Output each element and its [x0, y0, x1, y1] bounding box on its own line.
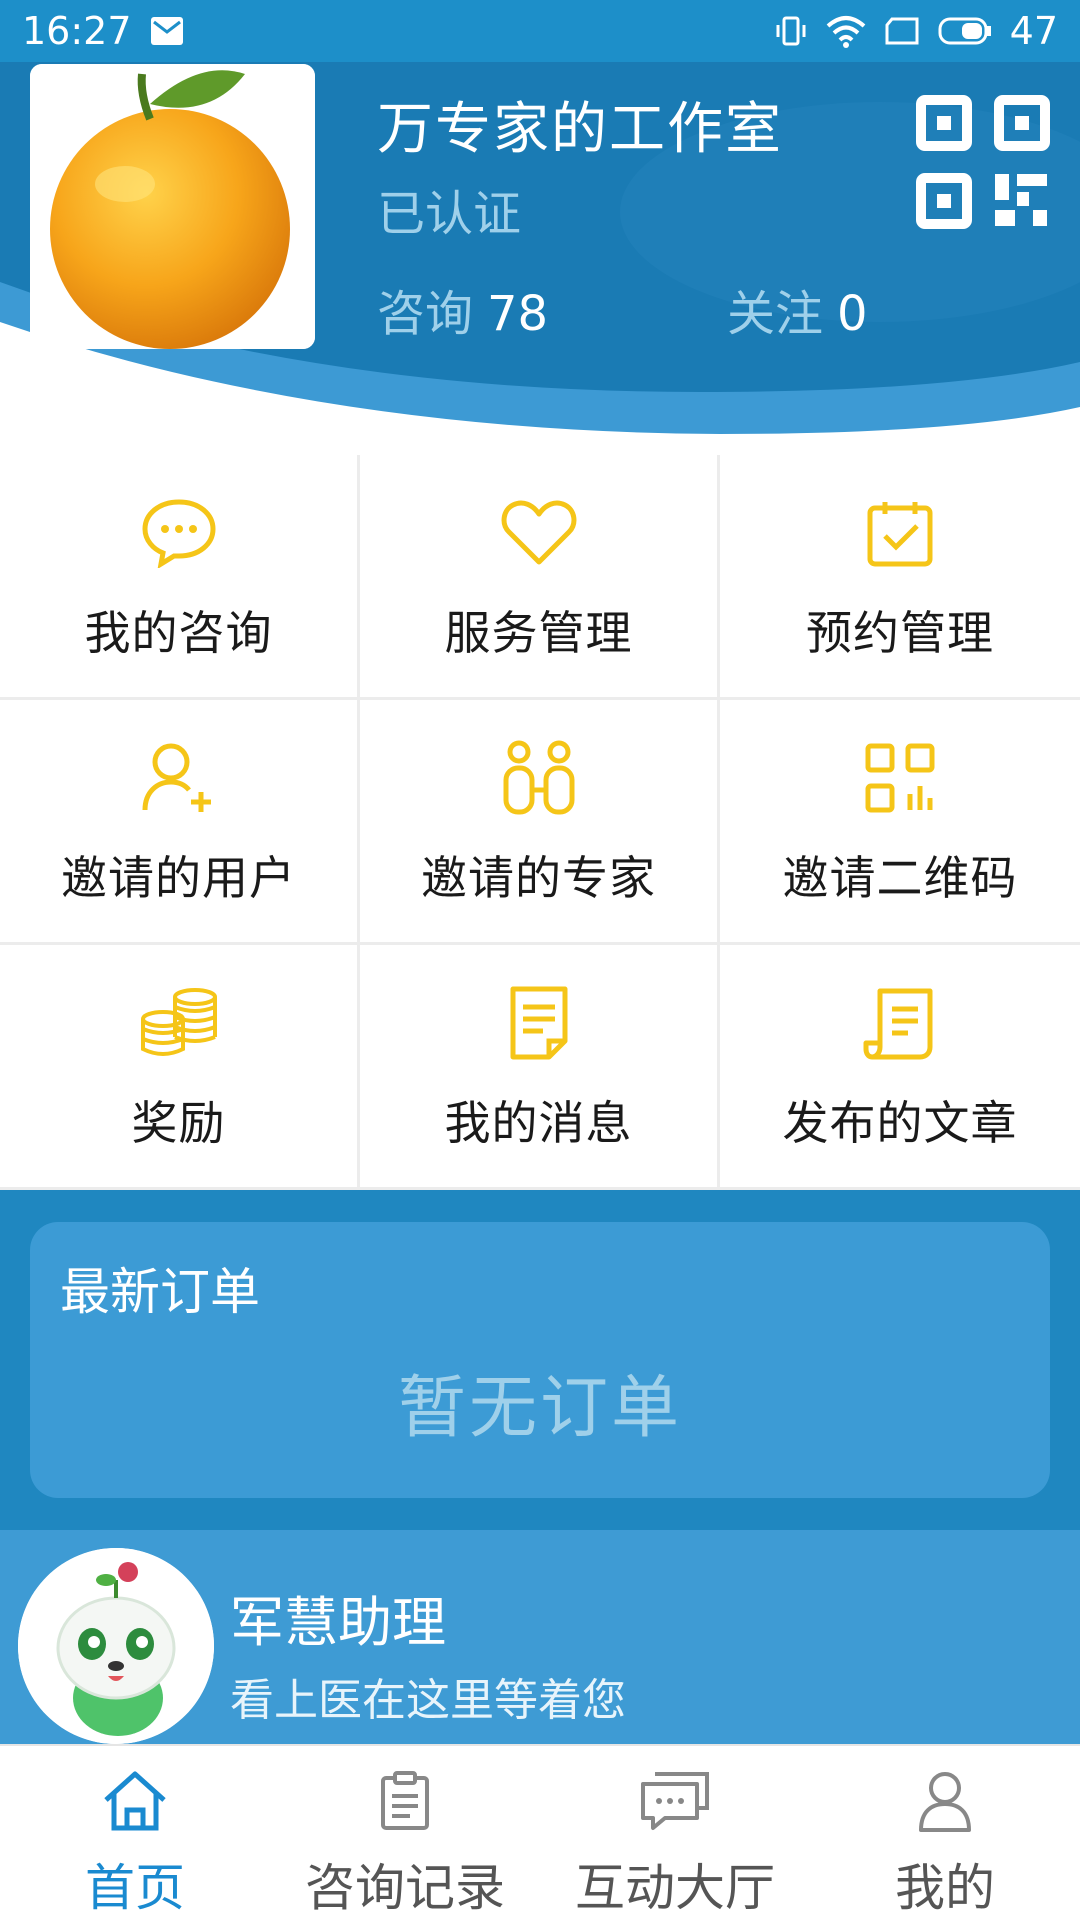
- clipboard-icon: [369, 1766, 441, 1836]
- grid-item-label: 预约管理: [806, 606, 994, 660]
- grid-item-my-consult[interactable]: 我的咨询: [0, 455, 360, 700]
- sim-icon: [884, 16, 920, 46]
- home-icon: [99, 1766, 171, 1836]
- assistant-avatar: [18, 1548, 214, 1744]
- avatar[interactable]: [30, 64, 315, 349]
- assistant-banner[interactable]: 军慧助理 看上医在这里等着您: [0, 1530, 1080, 1744]
- latest-orders-card[interactable]: 最新订单 暂无订单: [30, 1222, 1050, 1498]
- nav-interaction-hall[interactable]: 互动大厅: [540, 1746, 810, 1920]
- qr-code-icon: [860, 738, 940, 818]
- nav-label: 我的: [895, 1859, 995, 1917]
- coins-icon: [139, 983, 219, 1063]
- bottom-nav: 首页 咨询记录 互动大厅 我的: [0, 1744, 1080, 1920]
- chat-hall-icon: [639, 1766, 711, 1836]
- consult-count: 78: [487, 286, 549, 342]
- status-time: 16:27: [22, 9, 132, 53]
- nav-consult-records[interactable]: 咨询记录: [270, 1746, 540, 1920]
- add-user-icon: [139, 738, 219, 818]
- grid-item-invited-users[interactable]: 邀请的用户: [0, 700, 360, 945]
- feature-grid: 我的咨询 服务管理 预约管理 邀请的用户 邀请的专家 邀请二维码 奖励 我的消息…: [0, 455, 1080, 1190]
- grid-item-published-articles[interactable]: 发布的文章: [720, 945, 1080, 1190]
- assistant-subtitle: 看上医在这里等着您: [230, 1675, 626, 1726]
- grid-item-label: 邀请的专家: [421, 851, 656, 905]
- calendar-check-icon: [860, 493, 940, 573]
- status-bar: 16:27 47: [0, 0, 1080, 62]
- grid-item-label: 我的咨询: [84, 606, 273, 660]
- vibrate-icon: [774, 14, 808, 48]
- grid-item-label: 邀请的用户: [61, 851, 296, 905]
- nav-label: 首页: [85, 1859, 185, 1917]
- experts-icon: [499, 738, 579, 818]
- nav-mine[interactable]: 我的: [810, 1746, 1080, 1920]
- grid-item-label: 奖励: [131, 1096, 226, 1150]
- mascot-image: [18, 1548, 214, 1744]
- grid-item-service-manage[interactable]: 服务管理: [360, 455, 720, 700]
- grid-item-invite-qr[interactable]: 邀请二维码: [720, 700, 1080, 945]
- qr-code-button[interactable]: [913, 92, 1053, 232]
- assistant-name: 军慧助理: [230, 1591, 446, 1654]
- person-icon: [909, 1766, 981, 1836]
- battery-icon: [938, 16, 992, 46]
- grid-item-invited-experts[interactable]: 邀请的专家: [360, 700, 720, 945]
- grid-item-label: 我的消息: [444, 1096, 633, 1150]
- orange-avatar-image: [30, 64, 315, 349]
- grid-item-label: 发布的文章: [782, 1096, 1018, 1150]
- nav-label: 互动大厅: [575, 1859, 775, 1917]
- grid-item-label: 邀请二维码: [782, 851, 1018, 905]
- consult-stat[interactable]: 咨询 78: [377, 274, 548, 344]
- heart-icon: [499, 493, 579, 573]
- message-doc-icon: [499, 983, 579, 1063]
- verified-status: 已认证: [377, 186, 522, 242]
- nav-home[interactable]: 首页: [0, 1746, 270, 1920]
- grid-item-appointment-manage[interactable]: 预约管理: [720, 455, 1080, 700]
- profile-header: 万专家的工作室 已认证 咨询 78 关注 0: [0, 62, 1080, 457]
- grid-item-label: 服务管理: [444, 606, 633, 660]
- consult-label: 咨询: [377, 286, 474, 342]
- follow-count: 0: [837, 286, 868, 342]
- follow-label: 关注: [727, 286, 824, 342]
- studio-name: 万专家的工作室: [377, 97, 783, 162]
- orders-title: 最新订单: [60, 1263, 260, 1321]
- qr-code-icon: [916, 95, 1050, 229]
- orders-empty-text: 暂无订单: [397, 1369, 682, 1448]
- grid-item-my-messages[interactable]: 我的消息: [360, 945, 720, 1190]
- chat-bubble-icon: [139, 493, 219, 573]
- follow-stat[interactable]: 关注 0: [727, 274, 868, 344]
- wifi-icon: [826, 14, 866, 48]
- nav-label: 咨询记录: [305, 1859, 505, 1917]
- mail-icon: [150, 16, 184, 46]
- article-scroll-icon: [860, 983, 940, 1063]
- battery-level: 47: [1009, 9, 1058, 53]
- grid-item-rewards[interactable]: 奖励: [0, 945, 360, 1190]
